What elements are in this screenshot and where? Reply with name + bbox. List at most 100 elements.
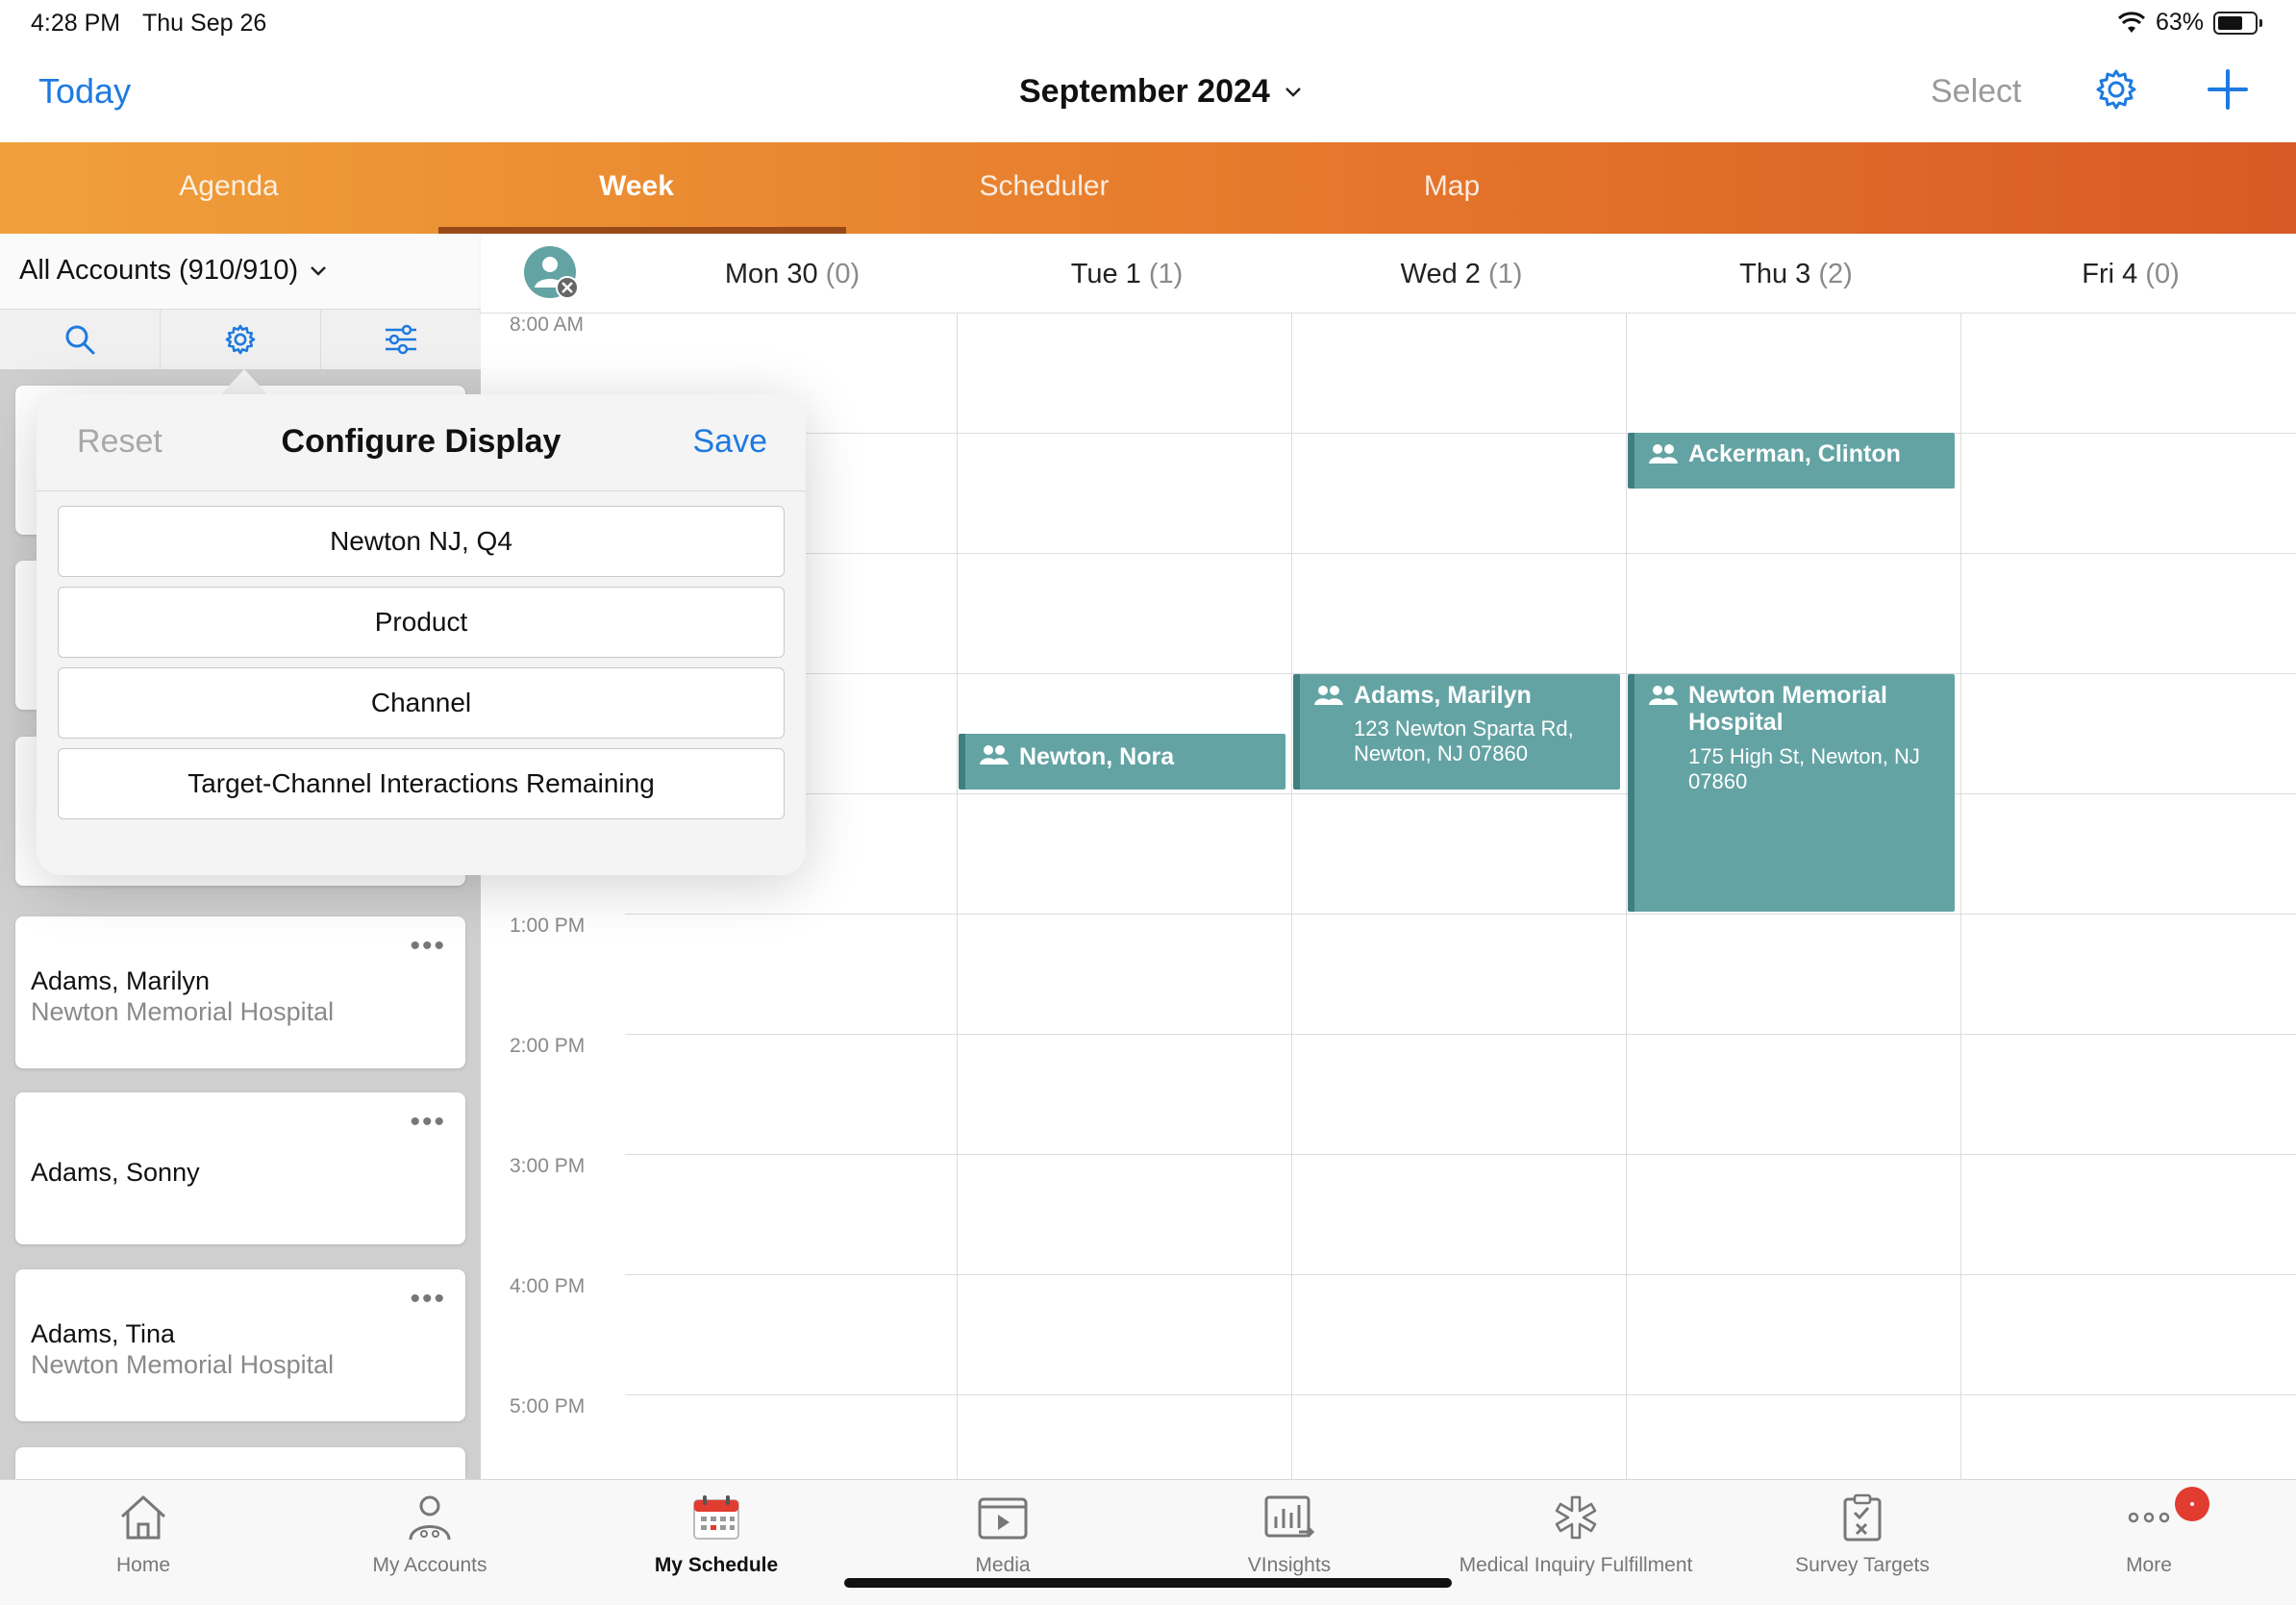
home-indicator[interactable] — [844, 1578, 1452, 1588]
account-card[interactable]: ••• Adams, Tina Newton Memorial Hospital — [15, 1269, 465, 1421]
save-button[interactable]: Save — [693, 423, 768, 461]
view-tabs: Agenda Week Scheduler Map — [0, 142, 2296, 234]
tab-medical-inquiry[interactable]: Medical Inquiry Fulfillment — [1433, 1493, 1719, 1577]
status-bar: 4:28 PM Thu Sep 26 63% — [0, 0, 2296, 46]
people-icon — [980, 745, 1009, 765]
display-option-interactions[interactable]: Target-Channel Interactions Remaining — [58, 748, 785, 819]
event-title: Ackerman, Clinton — [1688, 440, 1901, 467]
day-label: Thu 3 — [1739, 259, 1811, 289]
day-label: Wed 2 — [1400, 259, 1481, 289]
more-options-icon[interactable]: ••• — [410, 1283, 446, 1316]
day-label: Fri 4 — [2082, 259, 2138, 289]
tab-media[interactable]: Media — [860, 1493, 1146, 1577]
popover-header: Reset Configure Display Save — [37, 394, 806, 491]
chevron-down-icon — [1285, 87, 1301, 97]
tab-label: More — [2126, 1554, 2172, 1576]
add-icon[interactable] — [2206, 67, 2250, 112]
tab-scheduler[interactable]: Scheduler — [840, 142, 1248, 234]
tab-more[interactable]: More — [2006, 1493, 2292, 1577]
filter-button[interactable] — [321, 310, 481, 369]
time-label: 5:00 PM — [510, 1395, 586, 1417]
more-options-icon[interactable]: ••• — [410, 930, 446, 963]
event-title: Adams, Marilyn — [1354, 682, 1532, 709]
gear-icon — [225, 324, 256, 355]
hour-line — [625, 1394, 2296, 1395]
hour-line — [625, 1154, 2296, 1155]
more-options-icon[interactable]: ••• — [410, 1106, 446, 1139]
day-divider — [1626, 313, 1627, 1479]
display-option-product[interactable]: Product — [58, 587, 785, 658]
time-label: 2:00 PM — [510, 1035, 586, 1057]
hour-line — [625, 793, 2296, 794]
notification-badge — [2175, 1487, 2209, 1521]
accounts-filter-label: All Accounts (910/910) — [19, 255, 299, 286]
tab-week[interactable]: Week — [433, 142, 840, 234]
day-header-thu[interactable]: Thu 3 (2) — [1629, 259, 1963, 290]
month-title: September 2024 — [1019, 73, 1270, 110]
event-address: 123 Newton Sparta Rd, Newton, NJ 07860 — [1354, 716, 1574, 765]
tab-agenda[interactable]: Agenda — [25, 142, 433, 234]
select-button[interactable]: Select — [1931, 73, 2022, 111]
active-tab-indicator — [438, 227, 846, 234]
accounts-toolbar — [0, 310, 481, 369]
user-filter-icon[interactable] — [523, 245, 583, 303]
day-header-wed[interactable]: Wed 2 (1) — [1294, 259, 1629, 290]
time-label: 1:00 PM — [510, 915, 586, 937]
popover-title: Configure Display — [281, 423, 562, 460]
account-subtitle: Newton Memorial Hospital — [31, 997, 335, 1026]
time-label: 3:00 PM — [510, 1155, 586, 1177]
survey-icon — [1843, 1493, 1882, 1542]
search-button[interactable] — [0, 310, 161, 369]
display-option-channel[interactable]: Channel — [58, 667, 785, 739]
calendar-event[interactable]: Newton Memorial Hospital 175 High St, Ne… — [1628, 674, 1955, 912]
event-address: 175 High St, Newton, NJ 07860 — [1688, 744, 1920, 793]
medical-icon — [1555, 1495, 1597, 1540]
day-count: (0) — [2145, 259, 2180, 289]
insights-icon — [1264, 1495, 1315, 1539]
nav-bar: Today September 2024 Select — [0, 46, 2296, 142]
account-subtitle: Newton Memorial Hospital — [31, 1350, 335, 1379]
calendar-event[interactable]: Newton, Nora — [959, 734, 1285, 790]
hour-line — [625, 433, 2296, 434]
day-header-mon[interactable]: Mon 30 (0) — [625, 259, 960, 290]
calendar-event[interactable]: Adams, Marilyn 123 Newton Sparta Rd, New… — [1293, 674, 1620, 790]
day-header-tue[interactable]: Tue 1 (1) — [960, 259, 1294, 290]
media-icon — [978, 1497, 1028, 1540]
tab-home[interactable]: Home — [0, 1493, 287, 1577]
day-label: Mon 30 — [724, 259, 818, 289]
tab-my-accounts[interactable]: My Accounts — [287, 1493, 573, 1577]
month-picker[interactable]: September 2024 — [1019, 73, 1303, 111]
settings-gear-icon[interactable] — [2094, 67, 2138, 112]
tab-label: My Accounts — [372, 1554, 487, 1576]
day-count: (1) — [1487, 259, 1523, 289]
day-count: (1) — [1148, 259, 1184, 289]
calendar-event[interactable]: Ackerman, Clinton — [1628, 433, 1955, 489]
today-button[interactable]: Today — [38, 71, 131, 112]
display-option-territory[interactable]: Newton NJ, Q4 — [58, 506, 785, 577]
status-right: 63% — [2117, 9, 2262, 37]
account-card[interactable]: ••• Adams, Sonny — [15, 1092, 465, 1244]
day-divider — [957, 313, 958, 1479]
tab-my-schedule[interactable]: My Schedule — [573, 1493, 860, 1577]
account-card[interactable] — [15, 1447, 465, 1479]
home-icon — [120, 1495, 166, 1540]
tab-vinsights[interactable]: VInsights — [1146, 1493, 1433, 1577]
tab-label: Survey Targets — [1795, 1554, 1930, 1576]
battery-percent: 63% — [2155, 9, 2204, 36]
account-name: Adams, Sonny — [31, 1158, 200, 1187]
day-label: Tue 1 — [1070, 259, 1141, 289]
account-card[interactable]: ••• Adams, Marilyn Newton Memorial Hospi… — [15, 916, 465, 1068]
wifi-icon — [2117, 11, 2145, 33]
status-date: Thu Sep 26 — [142, 10, 267, 37]
configure-display-button[interactable] — [161, 310, 321, 369]
tab-survey-targets[interactable]: Survey Targets — [1719, 1493, 2006, 1577]
people-icon — [1649, 686, 1678, 705]
day-header-fri[interactable]: Fri 4 (0) — [1963, 259, 2296, 290]
tab-map[interactable]: Map — [1248, 142, 1656, 234]
day-count: (2) — [1818, 259, 1853, 289]
time-label: 8:00 AM — [510, 313, 585, 336]
tab-label: Home — [115, 1554, 171, 1576]
people-icon — [1649, 444, 1678, 464]
accounts-filter[interactable]: All Accounts (910/910) — [0, 234, 481, 310]
account-name: Adams, Tina — [31, 1319, 176, 1348]
